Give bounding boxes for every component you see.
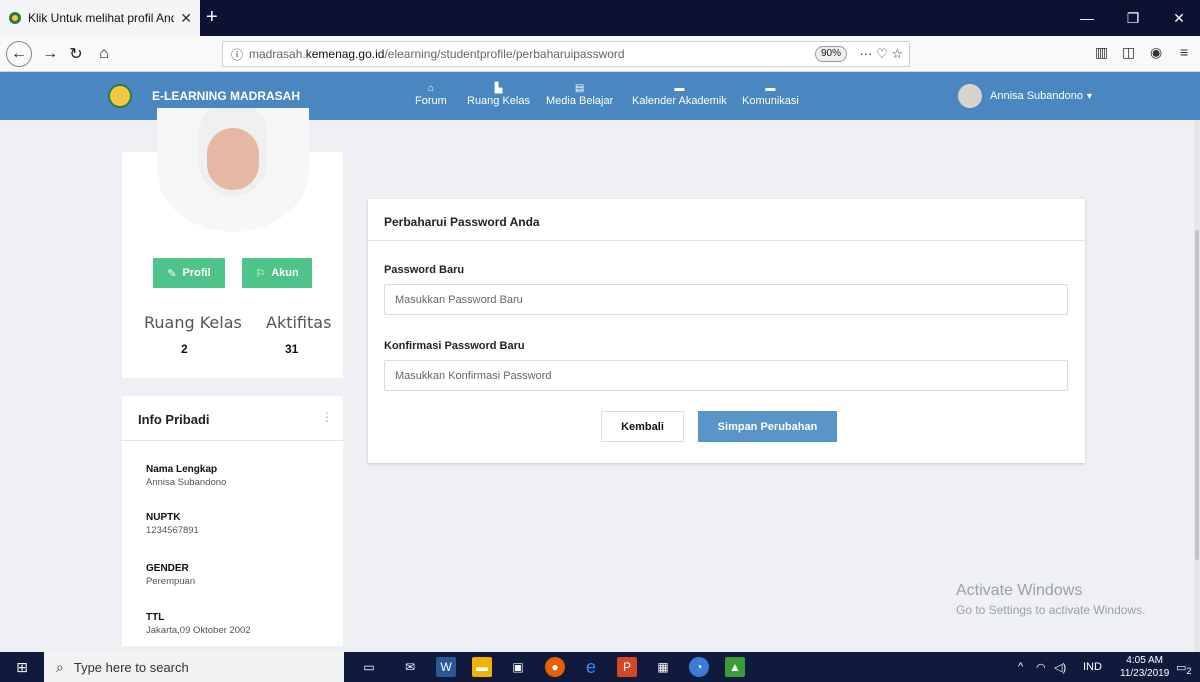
tab-close-icon[interactable]: ✕ xyxy=(180,10,192,27)
edit-icon: ✎ xyxy=(167,267,177,280)
page-scrollbar[interactable] xyxy=(1194,120,1200,652)
word-icon[interactable]: W xyxy=(436,657,456,677)
language-indicator[interactable]: IND xyxy=(1083,661,1102,673)
browser-tab[interactable]: Klik Untuk melihat profil Anda ✕ xyxy=(0,0,200,36)
powerpoint-icon[interactable]: P xyxy=(617,657,637,677)
confirm-password-input[interactable] xyxy=(384,360,1068,391)
page-actions-icon[interactable]: ··· ♡ ☆ xyxy=(859,46,903,62)
divider xyxy=(368,240,1085,241)
edge-icon[interactable]: e xyxy=(581,657,601,677)
close-window-button[interactable]: ✕ xyxy=(1156,0,1200,36)
back-button[interactable]: ← xyxy=(6,41,32,67)
minimize-button[interactable]: — xyxy=(1064,0,1110,36)
url-text: madrasah.kemenag.go.id/elearning/student… xyxy=(249,47,625,61)
activate-windows-watermark: Activate Windows Go to Settings to activ… xyxy=(956,582,1146,617)
info-field-ttl: TTL Jakarta,09 Oktober 2002 xyxy=(146,612,251,636)
calendar-icon: ▬ xyxy=(674,83,685,94)
windows-start-icon[interactable]: ⊞ xyxy=(0,652,44,682)
bookmark-icon: ⚐ xyxy=(255,267,266,280)
task-view-icon[interactable]: ▭ xyxy=(359,657,379,677)
nav-ruang-kelas[interactable]: ▙ Ruang Kelas xyxy=(467,83,530,108)
taskbar-clock[interactable]: 4:05 AM 11/23/2019 xyxy=(1120,654,1169,680)
brand-title[interactable]: E-LEARNING MADRASAH xyxy=(152,89,300,103)
divider xyxy=(122,440,343,441)
search-icon: ⌕ xyxy=(56,658,64,675)
windows-taskbar: ⊞ ⌕ Type here to search ▭ ✉ W ▬ ▣ ● e P … xyxy=(0,652,1200,682)
new-tab-button[interactable]: + xyxy=(206,6,218,28)
chat-icon: ▬ xyxy=(765,83,776,94)
firefox-icon[interactable]: ● xyxy=(545,657,565,677)
classroom-icon: ▙ xyxy=(494,83,503,94)
restore-button[interactable]: ❐ xyxy=(1110,0,1156,36)
mail-icon[interactable]: ✉ xyxy=(400,657,420,677)
profil-button[interactable]: ✎ Profil xyxy=(153,258,225,288)
stat-label-aktifitas: Aktifitas xyxy=(266,313,332,332)
account-icon[interactable]: ◉ xyxy=(1150,44,1162,61)
akun-button[interactable]: ⚐ Akun xyxy=(242,258,312,288)
site-favicon-icon xyxy=(9,12,21,24)
avatar xyxy=(958,84,982,108)
tab-title: Klik Untuk melihat profil Anda xyxy=(28,11,175,25)
kemenag-logo-icon[interactable] xyxy=(108,84,132,108)
site-info-icon[interactable]: ⓘ xyxy=(231,46,243,63)
app-icon-2[interactable]: ▲ xyxy=(725,657,745,677)
new-password-input[interactable] xyxy=(384,284,1068,315)
user-menu[interactable]: Annisa Subandono ▼ xyxy=(958,84,1094,108)
zoom-level[interactable]: 90% xyxy=(814,46,847,62)
info-pribadi-card: Info Pribadi ⋮ Nama Lengkap Annisa Suband… xyxy=(122,396,343,646)
more-options-icon[interactable]: ⋮ xyxy=(321,410,333,424)
app-icon[interactable]: ◔ xyxy=(689,657,709,677)
volume-icon[interactable]: ◁) xyxy=(1054,661,1066,674)
file-explorer-icon[interactable]: ▬ xyxy=(472,657,492,677)
new-password-label: Password Baru xyxy=(384,264,465,276)
kembali-button[interactable]: Kembali xyxy=(601,411,684,442)
menu-icon[interactable]: ≡ xyxy=(1180,44,1188,60)
library-icon[interactable]: ▥ xyxy=(1095,44,1108,61)
stat-label-ruang-kelas: Ruang Kelas xyxy=(144,313,242,332)
stat-value-ruang-kelas: 2 xyxy=(181,342,188,356)
forward-button[interactable]: → xyxy=(38,42,62,66)
sidebar-icon[interactable]: ◫ xyxy=(1122,44,1135,61)
info-field-nuptk: NUPTK 1234567891 xyxy=(146,512,199,536)
info-field-gender: GENDER Perempuan xyxy=(146,563,196,587)
book-icon: ▤ xyxy=(574,83,585,94)
update-password-card: Perbaharui Password Anda Password Baru K… xyxy=(368,199,1085,463)
nav-komunikasi[interactable]: ▬ Komunikasi xyxy=(742,83,799,108)
address-bar[interactable]: ⓘ madrasah.kemenag.go.id/elearning/stude… xyxy=(222,41,910,67)
calendar-app-icon[interactable]: ▦ xyxy=(653,657,673,677)
network-icon[interactable]: ◠ xyxy=(1036,661,1046,674)
user-name: Annisa Subandono xyxy=(990,90,1083,102)
browser-toolbar: ← → ↻ ⌂ ⓘ madrasah.kemenag.go.id/elearni… xyxy=(0,36,1200,72)
stat-value-aktifitas: 31 xyxy=(285,342,299,356)
confirm-password-label: Konfirmasi Password Baru xyxy=(384,340,525,352)
tray-chevron-icon[interactable]: ^ xyxy=(1018,661,1023,673)
home-icon[interactable]: ⌂ xyxy=(92,42,116,66)
simpan-perubahan-button[interactable]: Simpan Perubahan xyxy=(698,411,837,442)
taskbar-search[interactable]: ⌕ Type here to search xyxy=(44,652,344,682)
chevron-down-icon: ▼ xyxy=(1084,91,1094,101)
browser-tab-strip: Klik Untuk melihat profil Anda ✕ + — ❐ ✕ xyxy=(0,0,1200,36)
form-title: Perbaharui Password Anda xyxy=(384,215,540,229)
nav-forum[interactable]: ⌂ Forum xyxy=(415,83,447,108)
notification-icon[interactable]: ▭2 xyxy=(1176,661,1192,676)
store-icon[interactable]: ▣ xyxy=(508,657,528,677)
nav-media-belajar[interactable]: ▤ Media Belajar xyxy=(546,83,613,108)
nav-kalender-akademik[interactable]: ▬ Kalender Akademik xyxy=(632,83,727,108)
profile-photo xyxy=(157,108,309,232)
reload-button[interactable]: ↻ xyxy=(64,42,88,66)
info-title: Info Pribadi xyxy=(138,412,210,427)
scrollbar-thumb[interactable] xyxy=(1195,230,1199,560)
home-icon: ⌂ xyxy=(427,83,434,94)
info-field-nama: Nama Lengkap Annisa Subandono xyxy=(146,464,227,488)
